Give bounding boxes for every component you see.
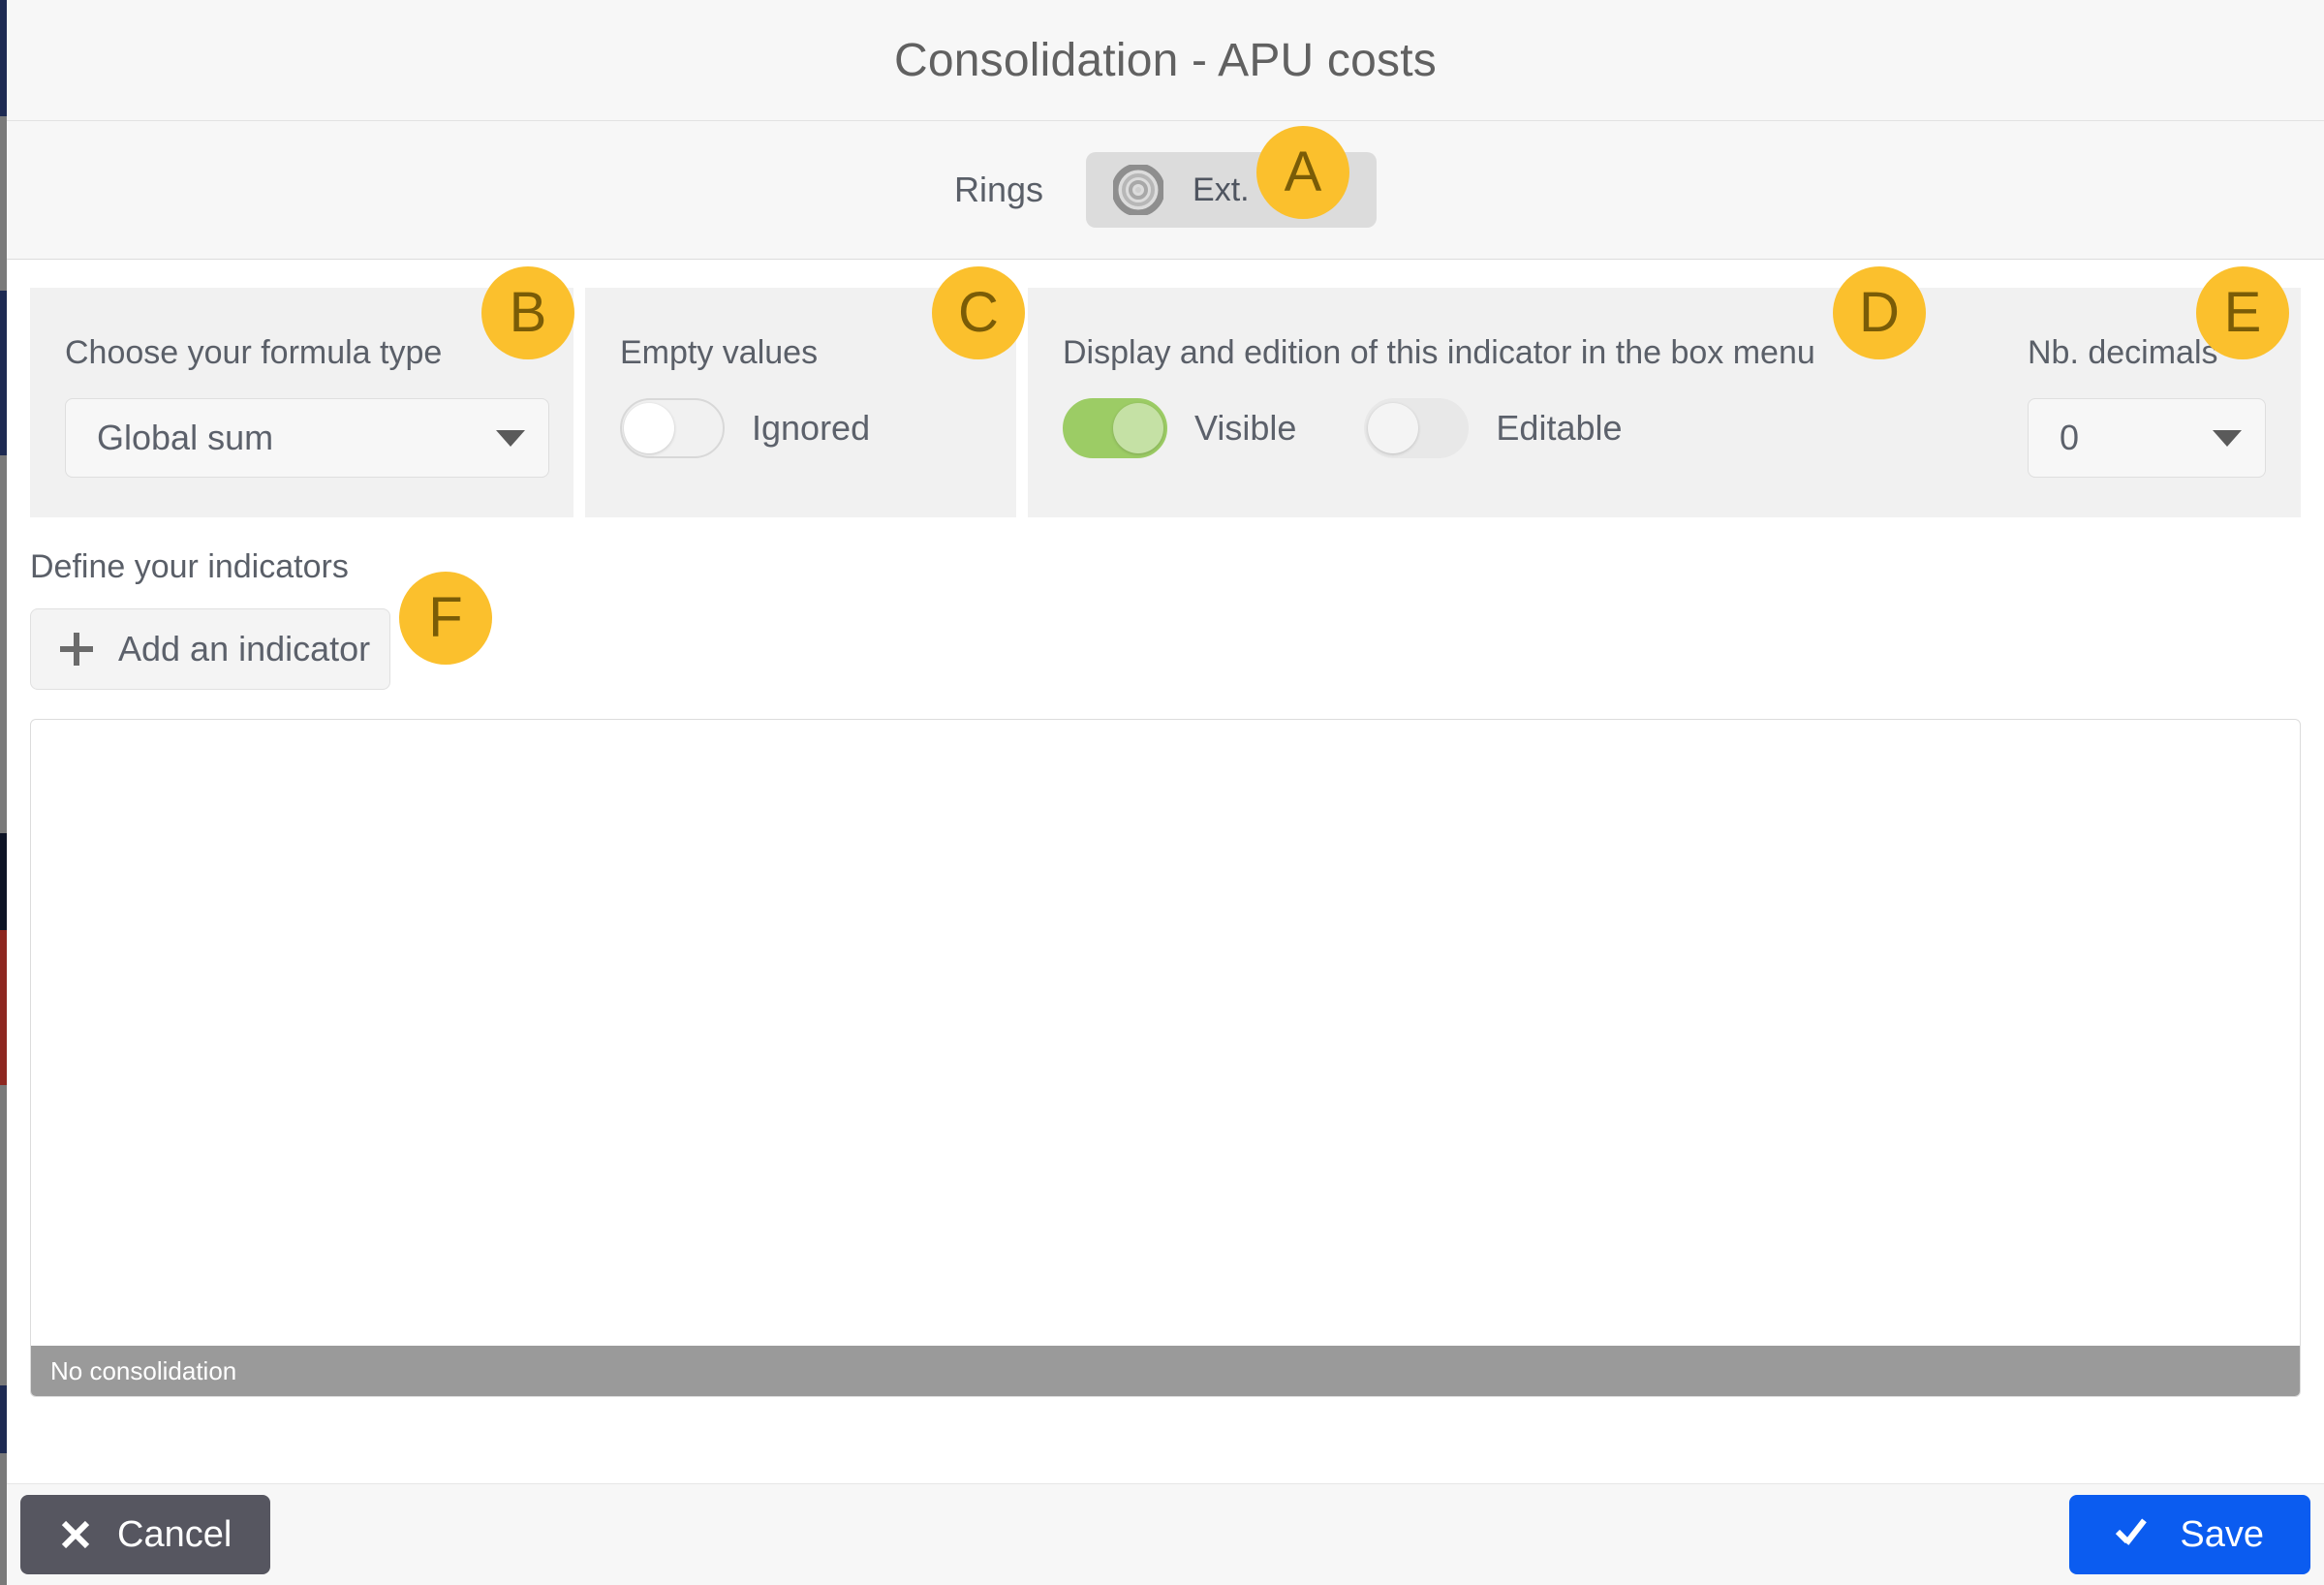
chevron-down-icon <box>2213 429 2242 447</box>
page-title: Consolidation - APU costs <box>894 34 1437 86</box>
display-edition-card: Display and edition of this indicator in… <box>1028 288 2301 517</box>
formula-type-label: Choose your formula type <box>65 334 443 371</box>
dialog-header: Consolidation - APU costs <box>7 0 2324 121</box>
annotation-badge-f: F <box>399 572 492 665</box>
define-indicators-label: Define your indicators <box>30 548 349 585</box>
cancel-button[interactable]: Cancel <box>20 1495 271 1574</box>
status-bar-text: No consolidation <box>50 1355 237 1385</box>
close-icon <box>59 1518 92 1551</box>
decimals-value: 0 <box>2060 418 2080 457</box>
display-edition-content: Display and edition of this indicator in… <box>1063 336 1815 458</box>
plus-icon <box>60 633 93 666</box>
consolidation-dialog: Consolidation - APU costs Rings Ext. A B… <box>7 0 2324 1585</box>
editable-toggle[interactable] <box>1364 398 1470 458</box>
annotation-badge-b: B <box>481 266 574 359</box>
empty-values-label: Empty values <box>620 334 819 371</box>
indicators-section: Define your indicators Add an indicator <box>7 517 2324 690</box>
options-row: Choose your formula type Global sum Empt… <box>7 288 2324 517</box>
save-button-label: Save <box>2180 1513 2264 1555</box>
empty-values-toggle-row: Ignored <box>620 398 981 458</box>
annotation-badge-e: E <box>2196 266 2289 359</box>
editable-toggle-group: Editable <box>1364 398 1623 458</box>
add-indicator-label: Add an indicator <box>118 629 371 668</box>
toggle-knob <box>624 403 674 453</box>
background-app-edge <box>0 0 7 1585</box>
rings-label: Rings <box>953 170 1044 209</box>
visible-toggle[interactable] <box>1063 398 1167 458</box>
decimals-select[interactable]: 0 <box>2028 398 2266 478</box>
concentric-rings-icon <box>1113 165 1164 215</box>
add-indicator-button[interactable]: Add an indicator <box>30 608 390 690</box>
chevron-down-icon <box>496 429 525 447</box>
annotation-badge-c: C <box>932 266 1025 359</box>
rings-chip-label: Ext. <box>1193 171 1250 208</box>
status-bar: No consolidation <box>31 1346 2300 1396</box>
visible-toggle-group: Visible <box>1063 398 1296 458</box>
dialog-footer: Cancel Save <box>7 1483 2324 1585</box>
check-icon <box>2116 1519 2154 1550</box>
annotation-badge-d: D <box>1833 266 1926 359</box>
visible-toggle-label: Visible <box>1194 408 1297 448</box>
formula-type-select[interactable]: Global sum <box>65 398 549 478</box>
display-edition-toggle-row: Visible Editable <box>1063 398 1815 458</box>
indicators-panel[interactable]: No consolidation <box>30 719 2301 1397</box>
toggle-knob <box>1368 403 1419 453</box>
cancel-button-label: Cancel <box>117 1513 232 1555</box>
empty-values-toggle-label: Ignored <box>752 408 871 448</box>
editable-toggle-label: Editable <box>1496 408 1623 448</box>
annotation-badge-a: A <box>1256 126 1349 219</box>
rings-section: Rings Ext. <box>7 121 2324 260</box>
decimals-block: Nb. decimals 0 <box>1950 336 2266 478</box>
display-edition-label: Display and edition of this indicator in… <box>1063 334 1815 371</box>
save-button[interactable]: Save <box>2069 1495 2310 1574</box>
toggle-knob <box>1113 403 1163 453</box>
empty-values-toggle[interactable] <box>620 398 725 458</box>
formula-type-value: Global sum <box>97 418 274 457</box>
